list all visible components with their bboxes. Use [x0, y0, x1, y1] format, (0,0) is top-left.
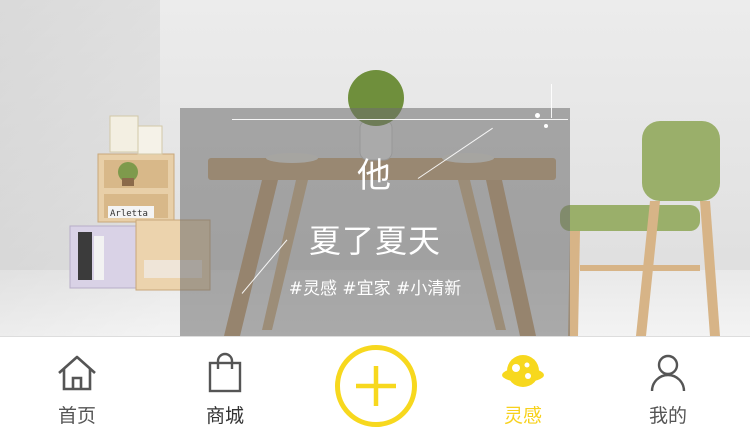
card-tags: #灵感 #宜家 #小清新 [288, 279, 462, 299]
card-subtitle: 夏了夏天 [308, 222, 441, 260]
tab-label-inspiration: 灵感 [503, 405, 542, 427]
decor-line [232, 119, 568, 120]
add-button[interactable] [335, 345, 417, 427]
hero-banner[interactable]: Arletta 他 夏了夏天 #灵感 #宜家 #小清新 [0, 0, 750, 336]
tab-label-home: 首页 [57, 405, 96, 427]
tab-home[interactable]: 首页 [2, 337, 152, 433]
plus-icon [356, 366, 396, 406]
bottom-tab-bar: 首页 商城 灵感 我的 [0, 336, 750, 433]
tab-mall[interactable]: 商城 [150, 337, 300, 433]
chair-illustration [560, 121, 720, 336]
planet-icon [502, 355, 544, 387]
decor-dot [535, 113, 540, 118]
card-title: 他 [357, 156, 393, 196]
shelf-label: Arletta [110, 209, 148, 219]
decor-dot [544, 124, 548, 128]
tab-label-mine: 我的 [648, 405, 687, 427]
tab-label-mall: 商城 [205, 405, 244, 427]
home-icon [58, 355, 96, 391]
user-icon [650, 354, 686, 392]
tab-mine[interactable]: 我的 [593, 337, 743, 433]
inspiration-card[interactable]: 他 夏了夏天 #灵感 #宜家 #小清新 [180, 84, 570, 336]
decor-vertical-line [551, 84, 552, 118]
shopping-bag-icon [208, 352, 242, 393]
tab-inspiration[interactable]: 灵感 [448, 337, 598, 433]
